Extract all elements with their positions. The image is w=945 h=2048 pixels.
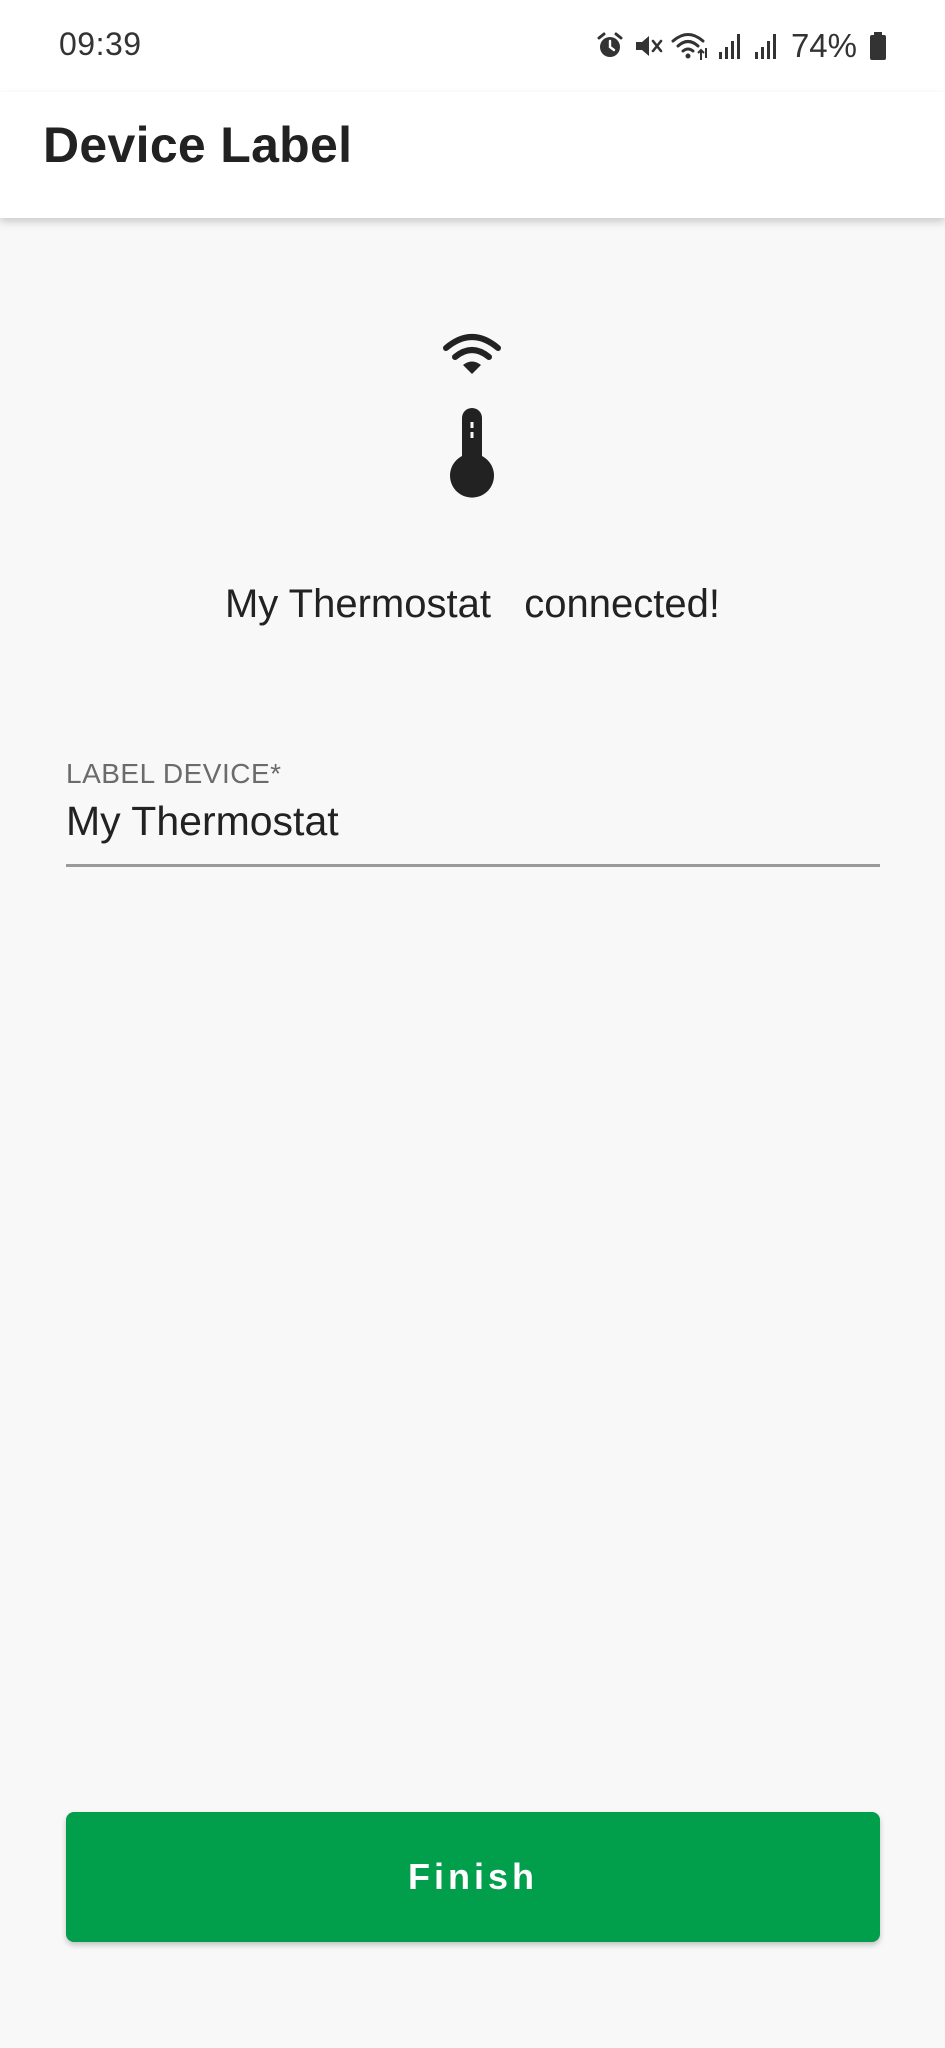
status-bar: 09:39 74%: [0, 0, 945, 92]
wifi-signal-icon: [442, 332, 502, 383]
battery-icon: [869, 31, 887, 61]
wifi-icon: [671, 30, 709, 62]
app-bar: Device Label: [0, 92, 945, 218]
alarm-icon: [595, 31, 625, 61]
main-content: My Thermostat connected! LABEL DEVICE* F…: [0, 218, 945, 2048]
thermometer-icon: [449, 408, 495, 503]
mute-icon: [633, 31, 663, 61]
label-device-underline: [66, 864, 880, 867]
status-time: 09:39: [59, 26, 142, 62]
page-title: Device Label: [43, 117, 353, 173]
cell-signal-icon: [717, 31, 745, 61]
status-icons: 74%: [595, 22, 887, 70]
connected-message: My Thermostat connected!: [224, 582, 721, 626]
finish-button[interactable]: Finish: [66, 1812, 880, 1942]
label-device-input[interactable]: [66, 786, 880, 861]
battery-percent: 74%: [790, 27, 857, 64]
cell-signal-icon: [753, 31, 781, 61]
